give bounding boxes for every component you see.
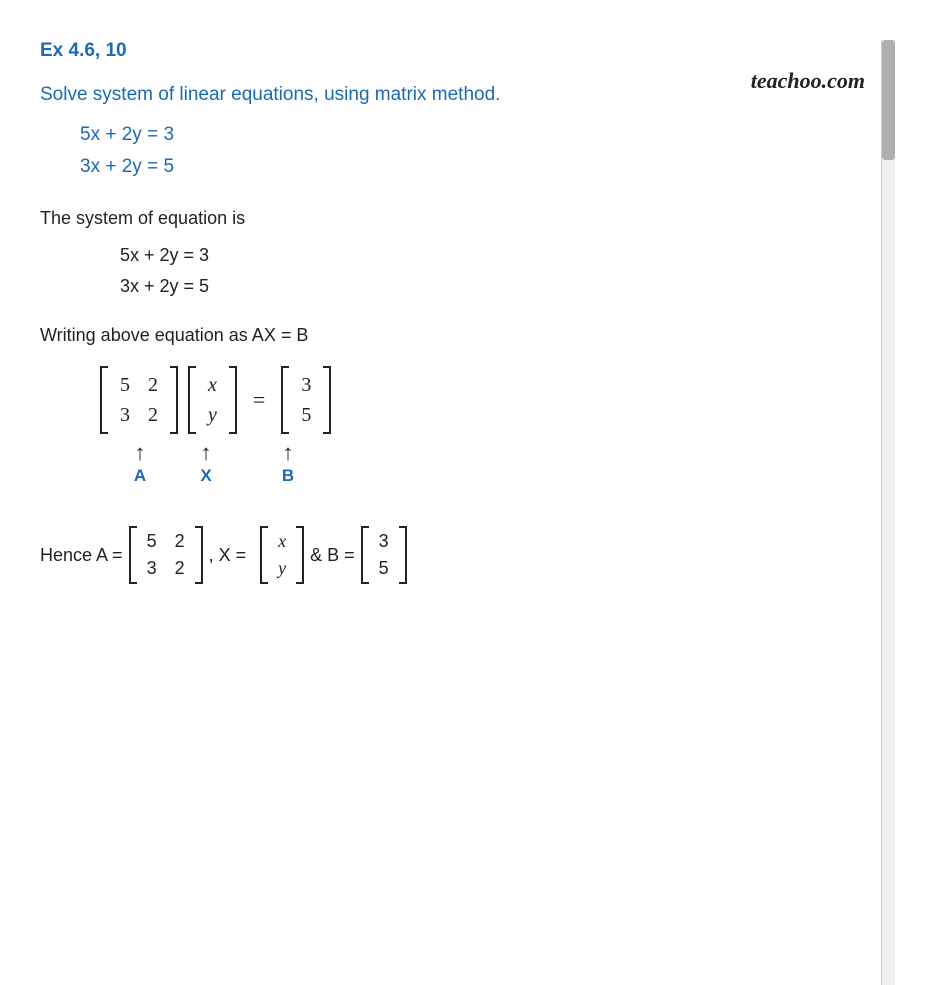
hence-bracket-right-A [195, 526, 203, 584]
matrix-B-inner: 3 5 [291, 366, 321, 434]
bracket-right-X [229, 366, 237, 434]
matrix-X-row1: x [208, 370, 217, 400]
bracket-left-X [188, 366, 196, 434]
hence-X-row2: y [278, 555, 286, 582]
hence-bracket-right-B [399, 526, 407, 584]
black-eq-2: 3x + 2y = 5 [120, 276, 895, 297]
b2: 5 [301, 400, 311, 430]
hence-matrix-X-inner: x y [270, 526, 294, 584]
scrollbar-thumb[interactable] [882, 40, 895, 160]
matrix-A: 5 2 3 2 [100, 366, 178, 434]
equals-sign: = [247, 387, 271, 413]
hx2: y [278, 555, 286, 582]
bracket-left-A [100, 366, 108, 434]
hence-matrix-B-inner: 3 5 [371, 526, 397, 584]
system-intro: The system of equation is [40, 208, 895, 229]
arrow-A-icon: ↑ [135, 442, 146, 464]
hence-B-row1: 3 [379, 528, 389, 555]
page-container: teachoo.com Ex 4.6, 10 Solve system of l… [40, 40, 895, 584]
blue-eq-1: 5x + 2y = 3 [80, 124, 895, 146]
matrix-B-row1: 3 [301, 370, 311, 400]
matrix-X-row2: y [208, 400, 217, 430]
hence-matrix-B: 3 5 [361, 526, 407, 584]
matrix-A-inner: 5 2 3 2 [110, 366, 168, 434]
hence-matrix-A: 5 2 3 2 [129, 526, 203, 584]
ha21: 3 [147, 555, 157, 582]
matrix-A-row2: 3 2 [120, 400, 158, 430]
a11: 5 [120, 370, 130, 400]
matrix-equation-row: 5 2 3 2 x y [100, 366, 895, 434]
arrow-B-group: ↑ B [262, 442, 314, 486]
bracket-right-A [170, 366, 178, 434]
a12: 2 [148, 370, 158, 400]
matrix-X-inner: x y [198, 366, 227, 434]
hence-B-row2: 5 [379, 555, 389, 582]
label-X: X [200, 466, 211, 486]
brand-logo: teachoo.com [751, 68, 865, 94]
matrix-B-row2: 5 [301, 400, 311, 430]
black-eq-1: 5x + 2y = 3 [120, 245, 895, 266]
ha11: 5 [147, 528, 157, 555]
hence-matrix-X: x y [260, 526, 304, 584]
hb2: 5 [379, 555, 389, 582]
exercise-heading: Ex 4.6, 10 [40, 40, 895, 62]
a21: 3 [120, 400, 130, 430]
hb1: 3 [379, 528, 389, 555]
ha22: 2 [175, 555, 185, 582]
hence-text: Hence A = [40, 545, 123, 566]
and-B-text: & B = [310, 545, 355, 566]
b1: 3 [301, 370, 311, 400]
scrollbar[interactable] [881, 40, 895, 985]
blue-eq-2: 3x + 2y = 5 [80, 156, 895, 178]
matrix-B: 3 5 [281, 366, 331, 434]
hence-A-row2: 3 2 [147, 555, 185, 582]
a22: 2 [148, 400, 158, 430]
hence-bracket-left-B [361, 526, 369, 584]
hence-section: Hence A = 5 2 3 2 , X = x [40, 526, 895, 584]
matrix-section: 5 2 3 2 x y [100, 366, 895, 486]
arrow-X-group: ↑ X [180, 442, 232, 486]
comma-1: , X = [209, 545, 247, 566]
x2: y [208, 400, 217, 430]
ha12: 2 [175, 528, 185, 555]
label-A: A [134, 466, 146, 486]
arrow-X-icon: ↑ [201, 442, 212, 464]
label-B: B [282, 466, 294, 486]
matrix-A-row1: 5 2 [120, 370, 158, 400]
arrows-labels-row: ↑ A ↑ X ↑ B [114, 442, 895, 486]
ax-eq-b-intro: Writing above equation as AX = B [40, 325, 895, 346]
arrow-A-group: ↑ A [114, 442, 166, 486]
hence-matrix-A-inner: 5 2 3 2 [139, 526, 193, 584]
hence-bracket-left-X [260, 526, 268, 584]
matrix-X: x y [188, 366, 237, 434]
hence-X-row1: x [278, 528, 286, 555]
bracket-right-B [323, 366, 331, 434]
hence-bracket-right-X [296, 526, 304, 584]
hence-A-row1: 5 2 [147, 528, 185, 555]
x1: x [208, 370, 217, 400]
hx1: x [278, 528, 286, 555]
bracket-left-B [281, 366, 289, 434]
arrow-B-icon: ↑ [283, 442, 294, 464]
hence-bracket-left-A [129, 526, 137, 584]
